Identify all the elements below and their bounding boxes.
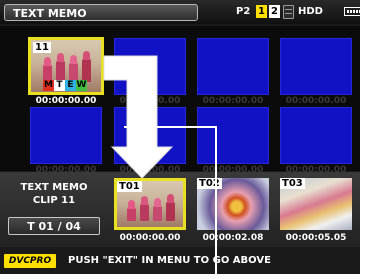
clip-timecode: 00:00:00.00 [285,96,347,106]
clip-thumbnail[interactable] [114,38,186,95]
media-p2-label: P2 [236,6,251,17]
clip-timecode: 00:00:00.00 [202,96,264,106]
memo-thumbnail-t01[interactable]: T01 [114,178,186,230]
clip-timecode: 00:00:00.00 [119,96,181,106]
clip-thumbnail[interactable] [197,107,269,164]
memo-timecode: 00:00:02.08 [202,233,264,243]
memo-thumbnail-t02[interactable]: T02 [197,178,269,230]
memo-label: T02 [197,178,222,189]
card-slot-2: 2 [269,5,280,18]
status-message: PUSH "EXIT" IN MENU TO GO ABOVE [68,255,271,266]
memory-card-icon [283,5,294,19]
clip-timecode: 00:00:00.00 [35,96,97,106]
memo-label: T03 [280,178,305,189]
top-bar: TEXT MEMO P2 1 2 HDD [0,0,364,24]
format-badge: DVCPRO [4,254,56,268]
text-memo-panel: TEXT MEMO CLIP 11 T 01 / 04 T01 00:00:00… [0,172,360,247]
screen-title: TEXT MEMO [4,4,198,21]
badge-m: M [43,80,54,91]
clip-number-label: CLIP 11 [32,195,76,206]
clip-thumbnail-selected[interactable]: 11 M T E W [28,37,104,95]
clip-thumbnail[interactable] [30,107,102,164]
battery-icon [344,7,364,16]
memo-label: T01 [117,181,142,192]
clip-grid: 11 M T E W 00:00:00.00 00:00:00.00 00:00… [0,26,360,175]
badge-e: E [65,80,76,91]
card-slot-1: 1 [256,5,267,18]
memo-thumbnail-t03[interactable]: T03 [280,178,352,230]
memo-counter: T 01 / 04 [8,217,100,235]
badge-t: T [54,80,65,91]
clip-thumbnail[interactable] [280,38,352,95]
clip-thumbnail[interactable] [197,38,269,95]
clip-thumbnail[interactable] [280,107,352,164]
camera-screen: TEXT MEMO P2 1 2 HDD 11 M T E W 00:00:00… [0,0,364,274]
clip-number: 11 [33,42,51,53]
text-memo-heading: TEXT MEMO [20,182,88,193]
clip-thumbnail[interactable] [114,107,186,164]
status-bar: DVCPRO PUSH "EXIT" IN MENU TO GO ABOVE [0,249,360,274]
memo-timecode: 00:00:05.05 [285,233,347,243]
memo-timecode: 00:00:00.00 [119,233,181,243]
clip-badges: M T E W [43,80,87,91]
hdd-label: HDD [298,6,323,17]
badge-w: W [76,80,87,91]
